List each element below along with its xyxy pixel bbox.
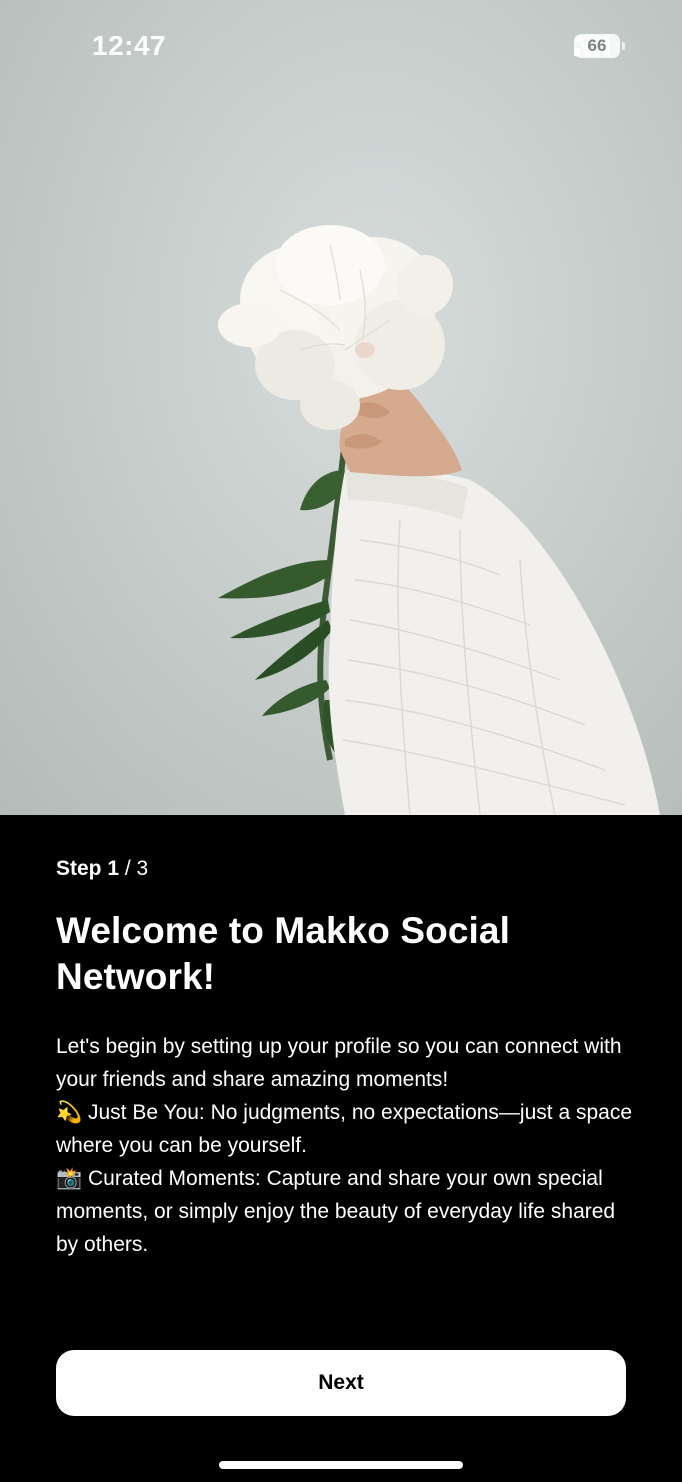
status-bar: 12:47 66	[0, 0, 682, 92]
next-button[interactable]: Next	[56, 1350, 626, 1416]
hero-photo: 12:47 66	[0, 0, 682, 815]
feature-just-be-you: 💫 Just Be You: No judgments, no expectat…	[56, 1096, 636, 1162]
step-total: / 3	[124, 857, 149, 880]
step-current: Step 1	[56, 857, 120, 880]
status-icons: 66	[574, 34, 625, 58]
feature-curated-moments: 📸 Curated Moments: Capture and share you…	[56, 1162, 636, 1261]
onboarding-screen: 12:47 66 Step 1 / 3 Welcome to Makko Soc…	[0, 0, 682, 1482]
status-time: 12:47	[92, 30, 167, 61]
page-title: Welcome to Makko Social Network!	[56, 910, 510, 997]
feature-text: Just Be You: No judgments, no expectatio…	[56, 1101, 633, 1157]
battery-icon: 66	[574, 34, 625, 58]
camera-flash-icon: 📸	[56, 1166, 83, 1190]
battery-tip	[622, 42, 625, 50]
feature-text: Curated Moments: Capture and share your …	[56, 1167, 616, 1256]
step-indicator: Step 1 / 3	[56, 856, 636, 882]
home-indicator[interactable]	[219, 1461, 463, 1469]
description: Let's begin by setting up your profile s…	[56, 1030, 636, 1261]
dizzy-star-icon: 💫	[56, 1100, 83, 1124]
onboarding-content: Step 1 / 3 Welcome to Makko Social Netwo…	[56, 856, 636, 1261]
battery-level: 66	[587, 36, 607, 55]
intro-text: Let's begin by setting up your profile s…	[56, 1035, 622, 1091]
hand-with-peony-illustration	[218, 225, 660, 815]
